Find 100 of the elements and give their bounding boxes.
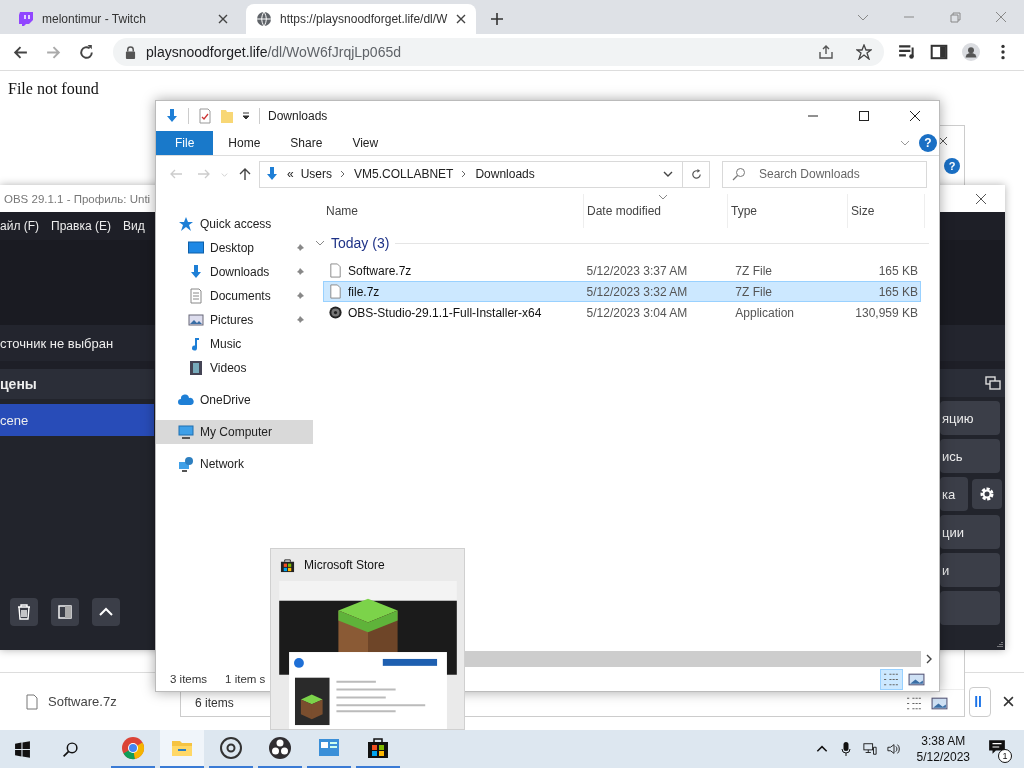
filter-icon[interactable] <box>51 598 79 626</box>
chevron-up-icon[interactable] <box>92 598 120 626</box>
taskbar-preview[interactable]: Microsoft Store <box>270 548 465 730</box>
group-header[interactable]: Today (3) <box>331 235 390 251</box>
pin-icon[interactable] <box>295 243 305 253</box>
size-cell-text: 130,959 KB <box>854 305 919 320</box>
app-icon <box>329 305 342 320</box>
refresh-button[interactable] <box>683 160 710 188</box>
url-text: playsnoodforget.life/dl/WoW6fJrqjLp065d <box>146 44 401 60</box>
close-icon[interactable] <box>909 110 921 122</box>
network-icon <box>178 456 194 472</box>
close-icon[interactable] <box>1003 696 1014 707</box>
dropdown-icon[interactable] <box>241 111 251 121</box>
tab-title: melontimur - Twitch <box>42 12 147 26</box>
close-icon[interactable] <box>218 14 228 24</box>
scene-item[interactable]: cene <box>0 404 154 436</box>
address-bar[interactable]: playsnoodforget.life/dl/WoW6fJrqjLp065d <box>113 38 884 66</box>
details-view-icon[interactable] <box>881 669 902 689</box>
column-header[interactable]: Type <box>728 194 848 228</box>
search-field[interactable]: Search Downloads <box>722 160 927 188</box>
nav-item[interactable]: Quick access <box>156 212 313 236</box>
file-row[interactable]: file.7z 5/12/2023 3:32 AM 7Z File 165 KB <box>323 281 921 302</box>
overflow-chevrons[interactable]: « <box>287 167 294 181</box>
sort-chevron-icon[interactable] <box>658 194 668 200</box>
control-button[interactable]: ка <box>940 477 968 511</box>
side-panel-icon[interactable] <box>930 43 948 61</box>
menu-item[interactable]: айл (F) <box>0 219 40 233</box>
media-queue-icon[interactable] <box>898 43 916 61</box>
up-arrow-icon[interactable] <box>237 166 253 182</box>
help-button[interactable]: ? <box>944 158 960 174</box>
close-icon[interactable] <box>938 136 948 146</box>
pin-icon[interactable] <box>295 315 305 325</box>
download-arrow-icon[interactable] <box>164 108 180 124</box>
search-icon[interactable] <box>62 740 79 758</box>
start-windows-icon[interactable] <box>14 740 31 758</box>
control-button[interactable]: ции <box>940 515 1000 549</box>
browser-tab[interactable]: melontimur - Twitch <box>8 4 238 34</box>
breadcrumb-item[interactable]: Users <box>300 167 333 181</box>
clock-time[interactable]: 3:38 AM <box>921 733 966 749</box>
properties-icon[interactable] <box>197 108 213 124</box>
notification-count: 1 <box>998 749 1012 763</box>
resize-grip-icon[interactable] <box>996 641 1004 649</box>
control-button[interactable]: яцию <box>940 401 1000 435</box>
tab-title: https://playsnoodforget.life/dl/W <box>280 12 448 26</box>
file-row[interactable]: Software.7z 5/12/2023 3:37 AM 7Z File 165 KB <box>323 260 921 281</box>
address-field[interactable]: « Users VM5.COLLABNET Downloads <box>259 160 683 188</box>
no-source-label: сточник не выбран <box>0 335 114 351</box>
speaker-icon[interactable] <box>886 741 901 757</box>
control-button[interactable]: и <box>940 553 1000 587</box>
ribbon-tab[interactable]: Share <box>275 131 338 155</box>
nav-item[interactable]: Downloads <box>156 260 313 284</box>
undock-icon[interactable] <box>985 376 1001 390</box>
clock-date[interactable]: 5/12/2023 <box>916 749 970 765</box>
menu-item[interactable]: Правка (E) <box>51 219 111 233</box>
nav-item[interactable]: Desktop <box>156 236 313 260</box>
network-icon[interactable] <box>862 741 877 757</box>
pin-icon[interactable] <box>295 267 305 277</box>
control-button[interactable]: ись <box>940 439 1000 473</box>
twitch-icon <box>18 11 34 27</box>
nav-item[interactable]: Music <box>156 332 313 356</box>
show-all-button[interactable]: ll <box>969 686 991 717</box>
chevron-right-icon[interactable] <box>925 654 933 664</box>
breadcrumb-item[interactable]: VM5.COLLABNET <box>354 167 454 181</box>
new-tab-icon[interactable] <box>490 12 504 26</box>
nav-item[interactable]: Videos <box>156 356 313 380</box>
nav-item[interactable]: OneDrive <box>156 388 313 412</box>
computer-icon <box>178 424 194 440</box>
microphone-icon[interactable] <box>838 741 853 757</box>
maximize-icon[interactable] <box>858 110 870 122</box>
trash-icon[interactable] <box>10 598 38 626</box>
nav-item[interactable]: Network <box>156 452 313 476</box>
column-header[interactable]: Date modified <box>584 194 728 228</box>
menu-item[interactable]: Вид <box>122 219 145 233</box>
date-cell-text: 5/12/2023 3:37 AM <box>586 263 689 278</box>
collapse-chevron-icon[interactable] <box>315 238 325 248</box>
browser-tab[interactable]: https://playsnoodforget.life/dl/W <box>246 4 476 34</box>
share-icon[interactable] <box>818 44 834 60</box>
settings-icon[interactable] <box>972 479 1002 509</box>
column-header[interactable]: Name <box>323 194 584 228</box>
pin-icon[interactable] <box>295 291 305 301</box>
download-filename[interactable]: Software.7z <box>48 694 117 709</box>
file-row[interactable]: OBS-Studio-29.1.1-Full-Installer-x64 5/12/2023 3:04 AM Application 130,959 KB <box>323 302 921 323</box>
nav-item[interactable]: My Computer <box>156 420 313 444</box>
close-icon[interactable] <box>456 14 466 24</box>
breadcrumb-item[interactable]: Downloads <box>475 167 535 181</box>
nav-item[interactable]: Pictures <box>156 308 313 332</box>
profile-avatar-icon[interactable] <box>962 43 980 61</box>
star-icon[interactable] <box>856 44 872 60</box>
close-icon[interactable] <box>975 192 987 205</box>
file-name: file.7z <box>348 284 380 299</box>
help-button[interactable]: ? <box>919 134 937 152</box>
column-header[interactable]: Size <box>848 194 925 228</box>
ribbon-tab[interactable]: Home <box>213 131 276 155</box>
nav-item[interactable]: Documents <box>156 284 313 308</box>
ribbon-tab[interactable]: File <box>156 131 214 155</box>
ribbon-tab[interactable]: View <box>337 131 394 155</box>
reload-icon[interactable] <box>78 43 95 61</box>
date-cell-text: 5/12/2023 3:04 AM <box>586 305 689 320</box>
scrollbar-thumb[interactable] <box>463 651 921 667</box>
cloud-icon <box>178 392 194 408</box>
